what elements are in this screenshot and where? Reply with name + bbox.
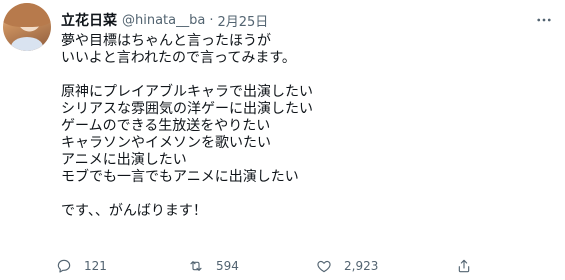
reply-icon: [57, 259, 71, 273]
share-icon: [458, 259, 470, 273]
like-count: 2,923: [344, 259, 379, 273]
avatar-collar: [11, 37, 43, 51]
more-horizontal-icon[interactable]: [533, 9, 555, 31]
like-button[interactable]: 2,923: [316, 258, 378, 274]
tweet-text-line: シリアスな雰囲気の洋ゲーに出演したい: [61, 101, 313, 117]
retweet-count: 594: [216, 259, 239, 273]
tweet-text-line: いいよと言われたので言ってみます。: [61, 50, 296, 66]
tweet-text-line: 原神にプレイアブルキャラで出演したい: [61, 84, 313, 100]
tweet-text-line: アニメに出演したい: [61, 152, 187, 168]
reply-button[interactable]: 121: [56, 258, 107, 274]
tweet-text-line: ゲームのできる生放送をやりたい: [61, 118, 271, 134]
tweet-header: 立花日菜 @hinata__ba · 2月25日: [61, 9, 555, 31]
retweet-icon: [190, 261, 202, 271]
tweet[interactable]: 立花日菜 @hinata__ba · 2月25日 夢や目標はちゃんと言ったほうが…: [0, 0, 565, 280]
tweet-text-blank: [61, 67, 555, 84]
heart-icon: [317, 260, 331, 273]
tweet-actions: 121 594 2,923: [56, 258, 496, 276]
avatar[interactable]: [3, 3, 51, 51]
separator-dot: ·: [209, 12, 214, 28]
tweet-date[interactable]: 2月25日: [217, 11, 268, 30]
reply-count: 121: [84, 259, 107, 273]
retweet-button[interactable]: 594: [188, 258, 239, 274]
tweet-text-blank: [61, 186, 555, 203]
tweet-text-line: キャラソンやイメソンを歌いたい: [61, 135, 271, 151]
user-handle[interactable]: @hinata__ba: [122, 13, 205, 28]
tweet-text: 夢や目標はちゃんと言ったほうが いいよと言われたので言ってみます。 原神にプレイ…: [61, 33, 555, 220]
display-name[interactable]: 立花日菜: [61, 10, 117, 30]
tweet-content: 立花日菜 @hinata__ba · 2月25日 夢や目標はちゃんと言ったほうが…: [61, 9, 555, 220]
share-button[interactable]: [456, 258, 472, 274]
more-icon-graphic: [537, 18, 551, 22]
tweet-text-line: モブでも一言でもアニメに出演したい: [61, 169, 299, 185]
tweet-text-line: です、、がんばります！: [61, 203, 207, 219]
avatar-hair: [3, 3, 51, 27]
tweet-text-line: 夢や目標はちゃんと言ったほうが: [61, 33, 271, 49]
